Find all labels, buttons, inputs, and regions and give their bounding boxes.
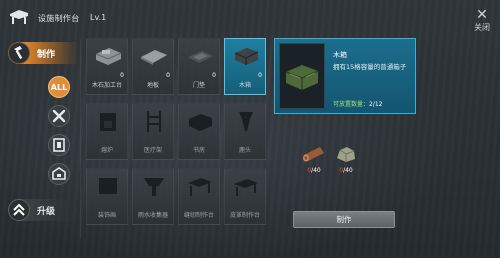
station-title: 设施制作台 [38,14,80,23]
material-need: /40 [343,167,353,174]
detail-thumbnail [279,43,325,109]
recipe-item-locked[interactable]: 熔炉 [86,103,128,160]
wood-log-icon [303,147,324,162]
item-name: 地板 [146,82,159,89]
recipe-item-locked[interactable]: 缝纫制作台 [178,168,220,225]
recipe-item-locked[interactable]: 皮革制作台 [224,168,266,225]
header: 设施制作台 Lv.1 [0,0,500,34]
placeable-label: 可放置数量： [333,101,370,108]
item-name: 书房 [192,147,205,154]
painting-icon [99,178,117,194]
item-name: 熔炉 [100,147,113,154]
crafting-table-icon [10,10,28,24]
item-name: 木石加工台 [91,82,122,89]
stone-icon [337,147,355,162]
placeable-count: 可放置数量：2/12 [333,99,383,108]
wooden-box-icon [234,48,259,65]
item-name: 缝纫制作台 [183,212,214,219]
material-need: /40 [311,167,321,174]
close-button[interactable]: ✕ 关闭 [472,8,492,54]
hammer-icon [8,42,30,64]
tab-craft[interactable]: 制作 [8,42,80,64]
item-detail-panel: 木箱 拥有15格容量的普通箱子 可放置数量：2/12 [274,38,416,114]
recipe-grid: 0 木石加工台 0 地板 0 门垫 0 木箱 熔炉 医疗架 书房 鹿头 装饰画 … [86,38,266,236]
tools-icon [52,109,66,123]
recipe-item-locked[interactable]: 雨水收集器 [132,168,174,225]
material-slot[interactable]: 0/40 [333,143,359,179]
item-count: 0 [120,72,124,79]
close-icon: ✕ [476,7,488,23]
material-quantity: 0/40 [333,167,359,174]
craft-button[interactable]: 制作 [293,211,395,228]
item-count: 0 [212,72,216,79]
crafting-screen: 设施制作台 Lv.1 ✕ 关闭 制作 ALL 升级 0 木石加工台 0 地板 0… [0,0,500,258]
filter-all[interactable]: ALL [48,76,70,98]
recipe-item-locked[interactable]: 装饰画 [86,168,128,225]
wall-icon [53,138,65,152]
item-name: 皮革制作台 [229,212,260,219]
item-name: 医疗架 [143,147,162,154]
material-slot[interactable]: 0/40 [301,143,327,179]
tab-upgrade-label: 升级 [37,207,56,217]
material-quantity: 0/40 [301,167,327,174]
item-name: 木箱 [238,82,251,89]
double-chevron-up-icon [8,199,30,221]
recipe-item-locked[interactable]: 医疗架 [132,103,174,160]
filter-all-label: ALL [50,83,68,92]
deer-head-icon [239,111,253,132]
leather-table-icon [234,179,258,196]
item-name: 鹿头 [238,147,251,154]
recipe-item[interactable]: 0 门垫 [178,38,220,95]
item-count: 0 [166,72,170,79]
item-name: 装饰画 [97,212,116,219]
item-name: 雨水收集器 [137,212,168,219]
close-label: 关闭 [474,23,490,32]
recipe-item[interactable]: 0 木石加工台 [86,38,128,95]
furnace-icon [100,113,116,131]
study-icon [189,114,212,131]
filter-tools[interactable] [48,105,70,127]
item-count: 0 [258,72,262,79]
detail-item-name: 木箱 [333,51,347,59]
filter-walls[interactable] [48,134,70,156]
medical-rack-icon [147,111,161,132]
column-divider [80,38,81,238]
placeable-value: 2/12 [369,101,383,108]
tab-upgrade[interactable]: 升级 [8,199,80,221]
recipe-item-locked[interactable]: 书房 [178,103,220,160]
recipe-item[interactable]: 0 地板 [132,38,174,95]
doormat-icon [188,51,213,63]
filter-storage[interactable] [48,163,70,185]
recipe-item-locked[interactable]: 鹿头 [224,103,266,160]
recipe-item-selected[interactable]: 0 木箱 [224,38,266,95]
station-level: Lv.1 [90,13,107,22]
workbench-icon [95,48,122,65]
sewing-table-icon [188,178,212,196]
wooden-box-icon [285,65,319,90]
chest-icon [52,167,66,180]
detail-description: 拥有15格容量的普通箱子 [333,63,407,71]
item-name: 门垫 [192,82,205,89]
floor-tile-icon [141,50,167,65]
tab-craft-label: 制作 [37,50,56,60]
rain-collector-icon [144,178,164,196]
